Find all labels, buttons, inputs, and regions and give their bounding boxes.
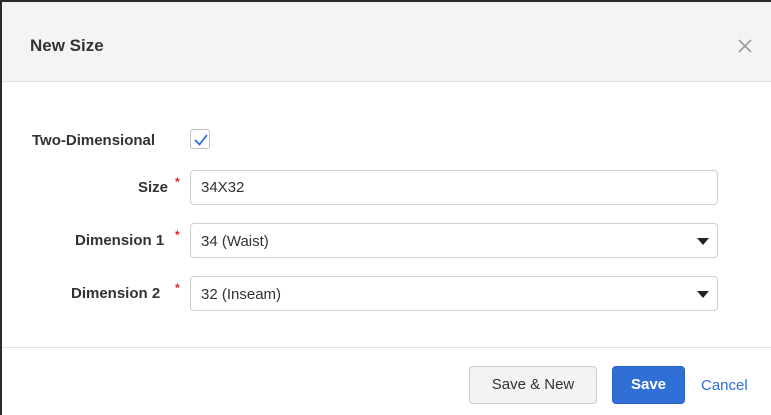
size-input[interactable] bbox=[190, 170, 718, 205]
dimension2-select[interactable]: 32 (Inseam) bbox=[190, 276, 718, 311]
chevron-down-icon bbox=[697, 238, 709, 245]
dialog-footer: Save & New Save Cancel bbox=[2, 347, 771, 415]
chevron-down-icon bbox=[697, 291, 709, 298]
save-button[interactable]: Save bbox=[612, 366, 685, 404]
close-icon bbox=[738, 39, 752, 53]
new-size-dialog: New Size Two-Dimensional Size * Dimensio… bbox=[0, 0, 771, 415]
dimension2-label: Dimension 2 bbox=[71, 285, 161, 302]
size-label: Size bbox=[138, 179, 169, 196]
checkmark-icon bbox=[194, 134, 208, 146]
dimension1-value: 34 (Waist) bbox=[201, 233, 269, 250]
cancel-link[interactable]: Cancel bbox=[701, 377, 748, 394]
dimension1-select[interactable]: 34 (Waist) bbox=[190, 223, 718, 258]
two-dimensional-checkbox[interactable] bbox=[190, 129, 210, 149]
dimension2-required-mark: * bbox=[175, 281, 180, 295]
close-button[interactable] bbox=[734, 35, 756, 57]
dimension1-required-mark: * bbox=[175, 228, 180, 242]
dialog-title: New Size bbox=[30, 36, 104, 55]
dimension2-value: 32 (Inseam) bbox=[201, 286, 282, 303]
dialog-header: New Size bbox=[2, 2, 771, 82]
dimension1-label: Dimension 1 bbox=[75, 232, 165, 249]
size-required-mark: * bbox=[175, 175, 180, 189]
save-and-new-button[interactable]: Save & New bbox=[469, 366, 597, 404]
two-dimensional-label: Two-Dimensional bbox=[32, 132, 156, 149]
